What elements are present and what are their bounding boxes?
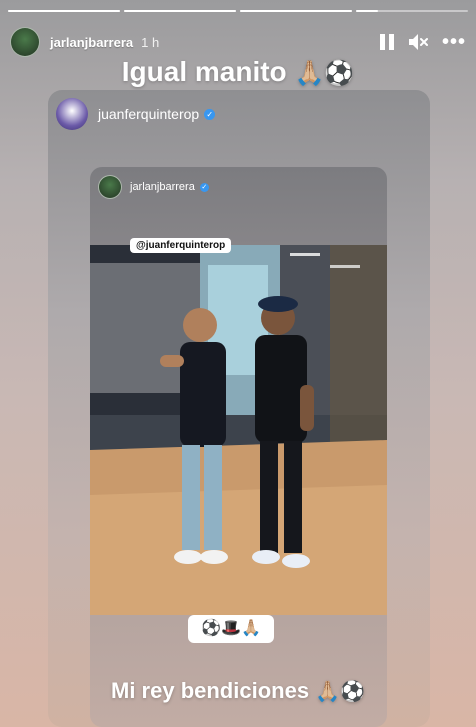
story-caption-top: Igual manito 🙏🏼⚽ (0, 56, 476, 88)
nested-story-header: jarlanjbarrera ✓ (98, 175, 209, 199)
nested-story-avatar (98, 175, 122, 199)
story-photo (90, 245, 387, 615)
progress-segment-1 (8, 10, 120, 12)
more-icon[interactable]: ••• (442, 32, 466, 52)
mention-sticker[interactable]: @juanferquinterop (130, 238, 232, 253)
nested-story-username: jarlanjbarrera (130, 181, 195, 193)
verified-badge-icon: ✓ (204, 108, 216, 120)
avatar[interactable] (10, 27, 40, 57)
story-progress (8, 10, 468, 12)
shared-post-card[interactable]: juanferquinterop ✓ jarlanjbarrera ✓ @jua… (48, 90, 430, 727)
progress-segment-2 (124, 10, 236, 12)
story-username[interactable]: jarlanjbarrera (50, 35, 133, 50)
shared-post-header[interactable]: juanferquinterop ✓ (56, 98, 216, 130)
caption-top-emoji: 🙏🏼⚽ (294, 60, 355, 87)
emoji-sticker: ⚽🎩🙏🏼 (188, 615, 274, 643)
pause-icon[interactable] (379, 34, 394, 50)
speaker-muted-icon[interactable] (408, 33, 428, 51)
photo-illustration (90, 245, 387, 615)
shared-post-username: juanferquinterop (98, 106, 200, 122)
progress-segment-3 (240, 10, 352, 12)
shared-post-avatar (56, 98, 88, 130)
caption-bottom-text: Mi rey bendiciones (111, 678, 310, 703)
verified-badge-icon: ✓ (199, 182, 209, 192)
story-time: 1 h (141, 34, 160, 50)
story-header: jarlanjbarrera 1 h ••• (10, 26, 466, 58)
nested-story-card: jarlanjbarrera ✓ @juanferquinterop ⚽🎩🙏🏼 (90, 167, 387, 727)
story-controls: ••• (379, 32, 466, 52)
caption-top-text: Igual manito (121, 56, 287, 87)
progress-segment-4 (356, 10, 468, 12)
caption-bottom-emoji: 🙏🏼⚽ (315, 681, 365, 703)
story-caption-bottom: Mi rey bendiciones 🙏🏼⚽ (0, 678, 476, 704)
